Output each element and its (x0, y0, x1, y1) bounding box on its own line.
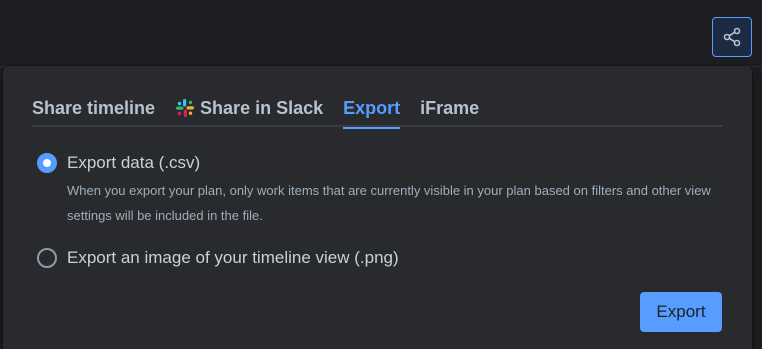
tab-export[interactable]: Export (343, 95, 401, 129)
tab-label: Share timeline (32, 98, 156, 118)
tab-label: iFrame (420, 98, 480, 118)
share-dialog: Share timeline Share in Slack Export iFr… (3, 66, 752, 349)
export-csv-radio[interactable] (37, 153, 57, 173)
export-button[interactable]: Export (640, 292, 722, 332)
tab-share-timeline[interactable]: Share timeline (32, 95, 155, 127)
tab-iframe[interactable]: iFrame (420, 95, 479, 127)
slack-icon (176, 99, 195, 117)
export-csv-label: Export data (.csv) (67, 153, 201, 172)
export-png-label: Export an image of your timeline view (.… (67, 248, 399, 267)
export-csv-option[interactable]: Export data (.csv) (37, 152, 200, 174)
export-png-option[interactable]: Export an image of your timeline view (.… (37, 247, 399, 269)
tab-label: Share in Slack (200, 98, 324, 118)
share-icon (723, 27, 741, 47)
background-header (0, 0, 762, 66)
share-button[interactable] (712, 17, 752, 57)
tab-label: Export (343, 98, 401, 118)
tab-share-in-slack[interactable]: Share in Slack (175, 95, 323, 127)
export-csv-description: When you export your plan, only work ite… (67, 183, 711, 223)
export-png-radio[interactable] (37, 248, 57, 268)
tab-bar: Share timeline Share in Slack Export iFr… (32, 95, 722, 129)
